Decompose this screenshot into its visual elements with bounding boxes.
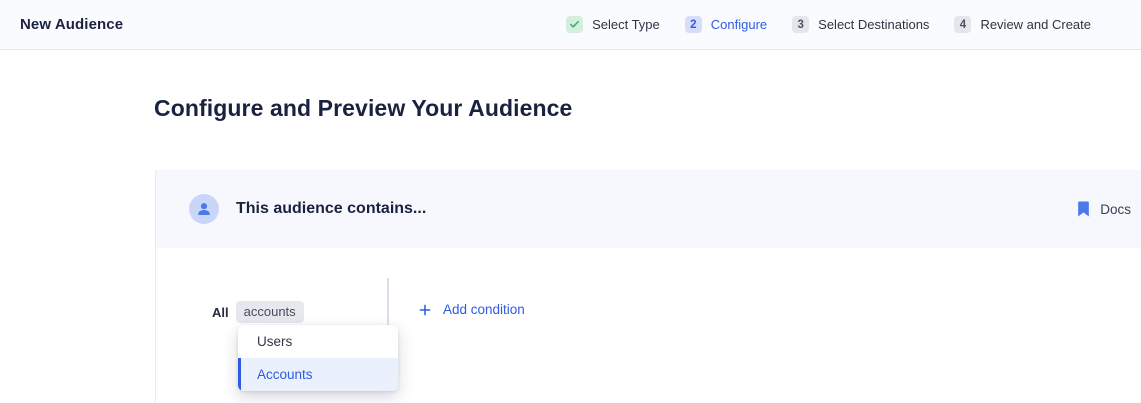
step-label: Review and Create xyxy=(980,17,1091,32)
condition-row: All accounts xyxy=(212,301,304,323)
audience-card-header: This audience contains... Docs xyxy=(156,170,1141,248)
page-heading: Configure and Preview Your Audience xyxy=(154,95,572,122)
card-title: This audience contains... xyxy=(236,200,426,218)
step-configure[interactable]: 2 Configure xyxy=(685,16,767,33)
docs-label: Docs xyxy=(1100,202,1131,217)
docs-link[interactable]: Docs xyxy=(1075,197,1133,221)
dropdown-item-users[interactable]: Users xyxy=(238,325,398,358)
step-number-badge: 4 xyxy=(954,16,971,33)
add-condition-button[interactable]: Add condition xyxy=(418,302,525,317)
plus-icon xyxy=(418,303,432,317)
step-select-type[interactable]: Select Type xyxy=(566,16,660,33)
audience-card-body: All accounts Add condition Users Account… xyxy=(156,248,1141,403)
entity-type-selector[interactable]: accounts xyxy=(236,301,304,323)
step-label: Configure xyxy=(711,17,767,32)
wizard-stepper: Select Type 2 Configure 3 Select Destina… xyxy=(566,16,1091,33)
user-avatar-icon xyxy=(189,194,219,224)
condition-connector-line xyxy=(387,278,389,325)
entity-type-dropdown: Users Accounts xyxy=(238,325,398,391)
check-icon xyxy=(566,16,583,33)
bookmark-icon xyxy=(1077,201,1090,217)
condition-prefix-label: All xyxy=(212,305,229,320)
step-number-badge: 3 xyxy=(792,16,809,33)
dropdown-item-accounts[interactable]: Accounts xyxy=(238,358,398,391)
step-label: Select Destinations xyxy=(818,17,929,32)
step-label: Select Type xyxy=(592,17,660,32)
topbar: New Audience Select Type 2 Configure 3 S… xyxy=(0,0,1141,50)
add-condition-label: Add condition xyxy=(443,302,525,317)
step-review-and-create[interactable]: 4 Review and Create xyxy=(954,16,1091,33)
step-number-badge: 2 xyxy=(685,16,702,33)
new-audience-page: { "header": { "title": "New Audience", "… xyxy=(0,0,1141,403)
step-select-destinations[interactable]: 3 Select Destinations xyxy=(792,16,929,33)
audience-card: This audience contains... Docs All accou… xyxy=(155,170,1141,403)
page-title: New Audience xyxy=(20,16,123,33)
